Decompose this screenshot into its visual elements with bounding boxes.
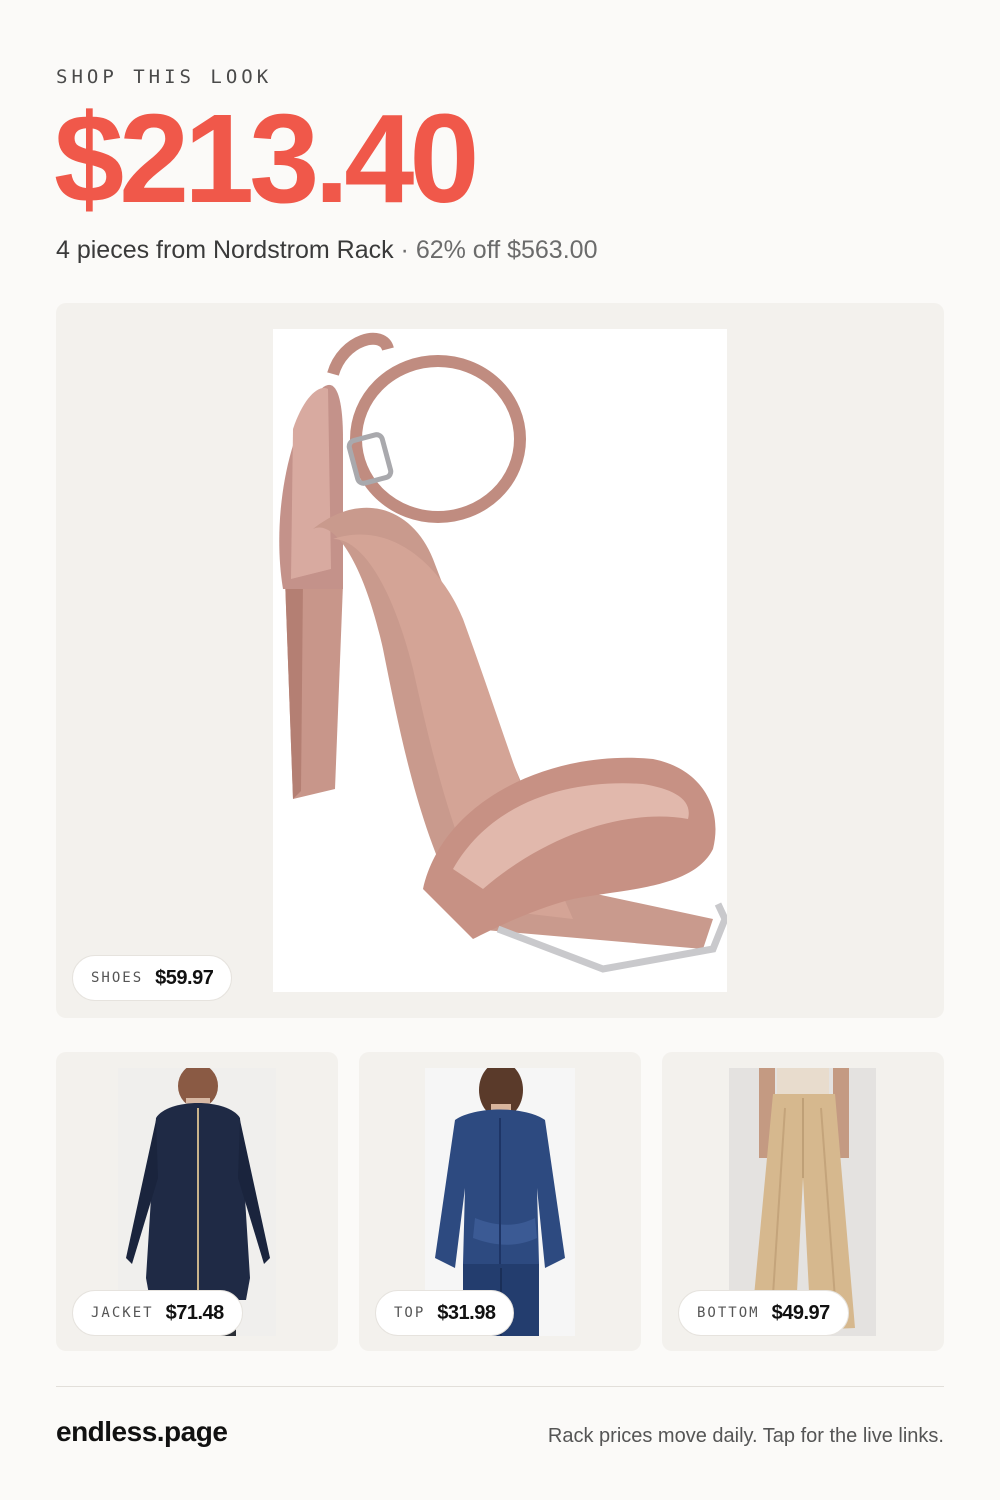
discount-text: 62% off $563.00 <box>415 236 598 264</box>
pill-price: $71.48 <box>165 1301 225 1324</box>
pill-label: JACKET <box>91 1305 154 1321</box>
footer-note: Rack prices move daily. Tap for the live… <box>547 1425 944 1447</box>
shoes-price-pill[interactable]: SHOES $59.97 <box>72 955 233 1001</box>
pill-label: BOTTOM <box>697 1305 760 1321</box>
total-price: $213.40 <box>54 88 479 229</box>
product-card-jacket[interactable]: JACKET $71.48 <box>56 1052 338 1351</box>
top-price-pill[interactable]: TOP $31.98 <box>375 1290 515 1336</box>
pill-label: SHOES <box>91 970 144 986</box>
brand-link[interactable]: endless.page <box>56 1416 228 1448</box>
pill-price: $31.98 <box>437 1301 496 1324</box>
subtitle: 4 pieces from Nordstrom Rack · 62% off $… <box>56 236 597 265</box>
product-card-shoes[interactable]: SHOES $59.97 <box>56 303 944 1018</box>
product-card-bottom[interactable]: BOTTOM $49.97 <box>662 1052 944 1351</box>
eyebrow-label: SHOP THIS LOOK <box>56 66 273 88</box>
jacket-price-pill[interactable]: JACKET $71.48 <box>72 1290 243 1336</box>
sandal-image[interactable] <box>273 329 727 992</box>
separator: · <box>393 236 416 264</box>
pill-price: $49.97 <box>771 1301 831 1324</box>
bottom-price-pill[interactable]: BOTTOM $49.97 <box>678 1290 849 1336</box>
pieces-text: 4 pieces from Nordstrom Rack <box>56 236 394 264</box>
pill-label: TOP <box>394 1305 426 1321</box>
pill-price: $59.97 <box>155 966 214 989</box>
footer-divider <box>56 1386 944 1387</box>
product-card-top[interactable]: TOP $31.98 <box>359 1052 641 1351</box>
